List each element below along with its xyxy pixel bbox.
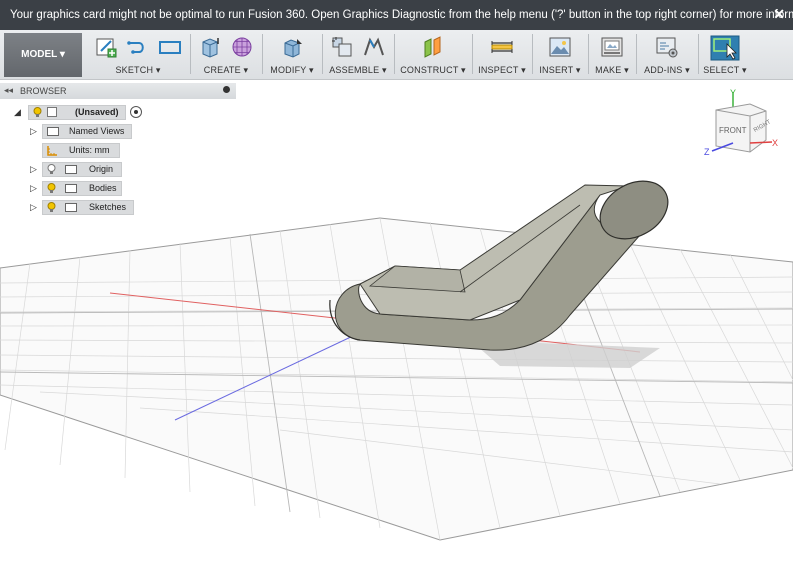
main-toolbar: MODEL ▾ SKETCH ▾ CREATE ▾ MODIFY ▾ ASSEM…	[0, 30, 793, 80]
visibility-bulb-icon[interactable]	[47, 183, 56, 194]
visibility-bulb-icon[interactable]	[33, 107, 42, 118]
construct-menu-label[interactable]: CONSTRUCT ▾	[396, 65, 470, 76]
browser-item-sketches[interactable]: ▷ Sketches	[0, 200, 160, 216]
browser-item-named-views[interactable]: ▷ Named Views	[0, 124, 160, 140]
spline-icon[interactable]	[126, 35, 150, 59]
units-icon	[47, 146, 57, 156]
pin-icon[interactable]	[223, 86, 230, 93]
collapse-browser-icon[interactable]: ◂◂	[4, 85, 13, 96]
select-menu-label[interactable]: SELECT ▾	[700, 65, 750, 76]
folder-icon	[65, 184, 77, 193]
insert-menu-label[interactable]: INSERT ▾	[534, 65, 586, 76]
activate-radio-icon[interactable]	[130, 106, 142, 118]
toolbar-divider	[472, 34, 473, 74]
inspect-group[interactable]: INSPECT ▾	[474, 32, 530, 78]
form-sphere-icon[interactable]	[230, 35, 254, 59]
assemble-group[interactable]: ASSEMBLE ▾	[324, 32, 392, 78]
select-group[interactable]: SELECT ▾	[700, 32, 750, 78]
press-pull-icon[interactable]	[280, 35, 304, 59]
graphics-warning-banner: Your graphics card might not be optimal …	[0, 0, 793, 30]
new-component-icon[interactable]	[330, 35, 354, 59]
joint-icon[interactable]	[362, 35, 386, 59]
create-group[interactable]: CREATE ▾	[192, 32, 260, 78]
graphics-warning-text: Your graphics card might not be optimal …	[10, 9, 793, 21]
browser-panel-header[interactable]: ◂◂ BROWSER	[0, 83, 236, 99]
browser-title: BROWSER	[20, 86, 67, 96]
rectangle-icon[interactable]	[158, 35, 182, 59]
visibility-bulb-off-icon[interactable]	[47, 164, 56, 175]
viewcube[interactable]: Y FRONT RIGHT X Z	[700, 85, 790, 160]
browser-item-units[interactable]: Units: mm	[0, 143, 160, 159]
x-axis-label: X	[772, 138, 778, 148]
sketches-node[interactable]: Sketches	[42, 200, 134, 215]
expand-triangle-icon[interactable]: ▷	[30, 126, 37, 137]
expand-triangle-icon[interactable]: ▷	[30, 164, 37, 175]
folder-icon	[65, 203, 77, 212]
toolbar-divider	[698, 34, 699, 74]
create-sketch-icon[interactable]	[94, 35, 118, 59]
visibility-bulb-icon[interactable]	[47, 202, 56, 213]
folder-icon	[47, 127, 59, 136]
workspace-switcher-button[interactable]: MODEL ▾	[4, 33, 82, 77]
toolbar-divider	[262, 34, 263, 74]
units-label: Units: mm	[69, 145, 110, 155]
bodies-node[interactable]: Bodies	[42, 181, 122, 196]
bodies-label: Bodies	[89, 183, 117, 193]
toolbar-divider	[394, 34, 395, 74]
expand-triangle-icon[interactable]: ▷	[30, 202, 37, 213]
toolbar-divider	[190, 34, 191, 74]
units-node[interactable]: Units: mm	[42, 143, 120, 158]
root-label: (Unsaved)	[75, 107, 119, 117]
modify-group[interactable]: MODIFY ▾	[264, 32, 320, 78]
x-axis-indicator	[749, 141, 773, 144]
insert-group[interactable]: INSERT ▾	[534, 32, 586, 78]
create-menu-label[interactable]: CREATE ▾	[192, 65, 260, 76]
front-face-label[interactable]: FRONT	[719, 126, 747, 135]
y-axis-label: Y	[730, 88, 736, 98]
browser-root-row[interactable]: ◢ (Unsaved)	[0, 105, 160, 121]
toolbar-divider	[588, 34, 589, 74]
folder-icon	[65, 165, 77, 174]
make-group[interactable]: MAKE ▾	[590, 32, 634, 78]
offset-plane-icon[interactable]	[421, 35, 445, 59]
close-icon[interactable]: ✕	[773, 6, 785, 23]
unsaved-document-node[interactable]: (Unsaved)	[28, 105, 126, 120]
extrude-box-icon[interactable]	[198, 35, 222, 59]
addins-menu-label[interactable]: ADD-INS ▾	[638, 65, 696, 76]
inspect-menu-label[interactable]: INSPECT ▾	[474, 65, 530, 76]
expand-triangle-icon[interactable]: ◢	[14, 107, 21, 118]
toolbar-divider	[322, 34, 323, 74]
print-3d-icon[interactable]	[600, 35, 624, 59]
sketch-menu-label[interactable]: SKETCH ▾	[88, 65, 188, 76]
select-cursor-icon[interactable]	[710, 35, 740, 61]
scripts-addins-icon[interactable]	[655, 35, 679, 59]
z-axis-label: Z	[704, 147, 710, 157]
document-icon	[47, 107, 57, 117]
browser-item-origin[interactable]: ▷ Origin	[0, 162, 160, 178]
make-menu-label[interactable]: MAKE ▾	[590, 65, 634, 76]
insert-image-icon[interactable]	[548, 35, 572, 59]
expand-triangle-icon[interactable]: ▷	[30, 183, 37, 194]
measure-icon[interactable]	[490, 35, 514, 59]
origin-node[interactable]: Origin	[42, 162, 122, 177]
sketches-label: Sketches	[89, 202, 127, 212]
named-views-node[interactable]: Named Views	[42, 124, 132, 139]
toolbar-divider	[636, 34, 637, 74]
modify-menu-label[interactable]: MODIFY ▾	[264, 65, 320, 76]
toolbar-divider	[532, 34, 533, 74]
browser-item-bodies[interactable]: ▷ Bodies	[0, 181, 160, 197]
named-views-label: Named Views	[69, 126, 125, 136]
addins-group[interactable]: ADD-INS ▾	[638, 32, 696, 78]
origin-label: Origin	[89, 164, 114, 174]
assemble-menu-label[interactable]: ASSEMBLE ▾	[324, 65, 392, 76]
construct-group[interactable]: CONSTRUCT ▾	[396, 32, 470, 78]
sketch-group[interactable]: SKETCH ▾	[88, 32, 188, 78]
